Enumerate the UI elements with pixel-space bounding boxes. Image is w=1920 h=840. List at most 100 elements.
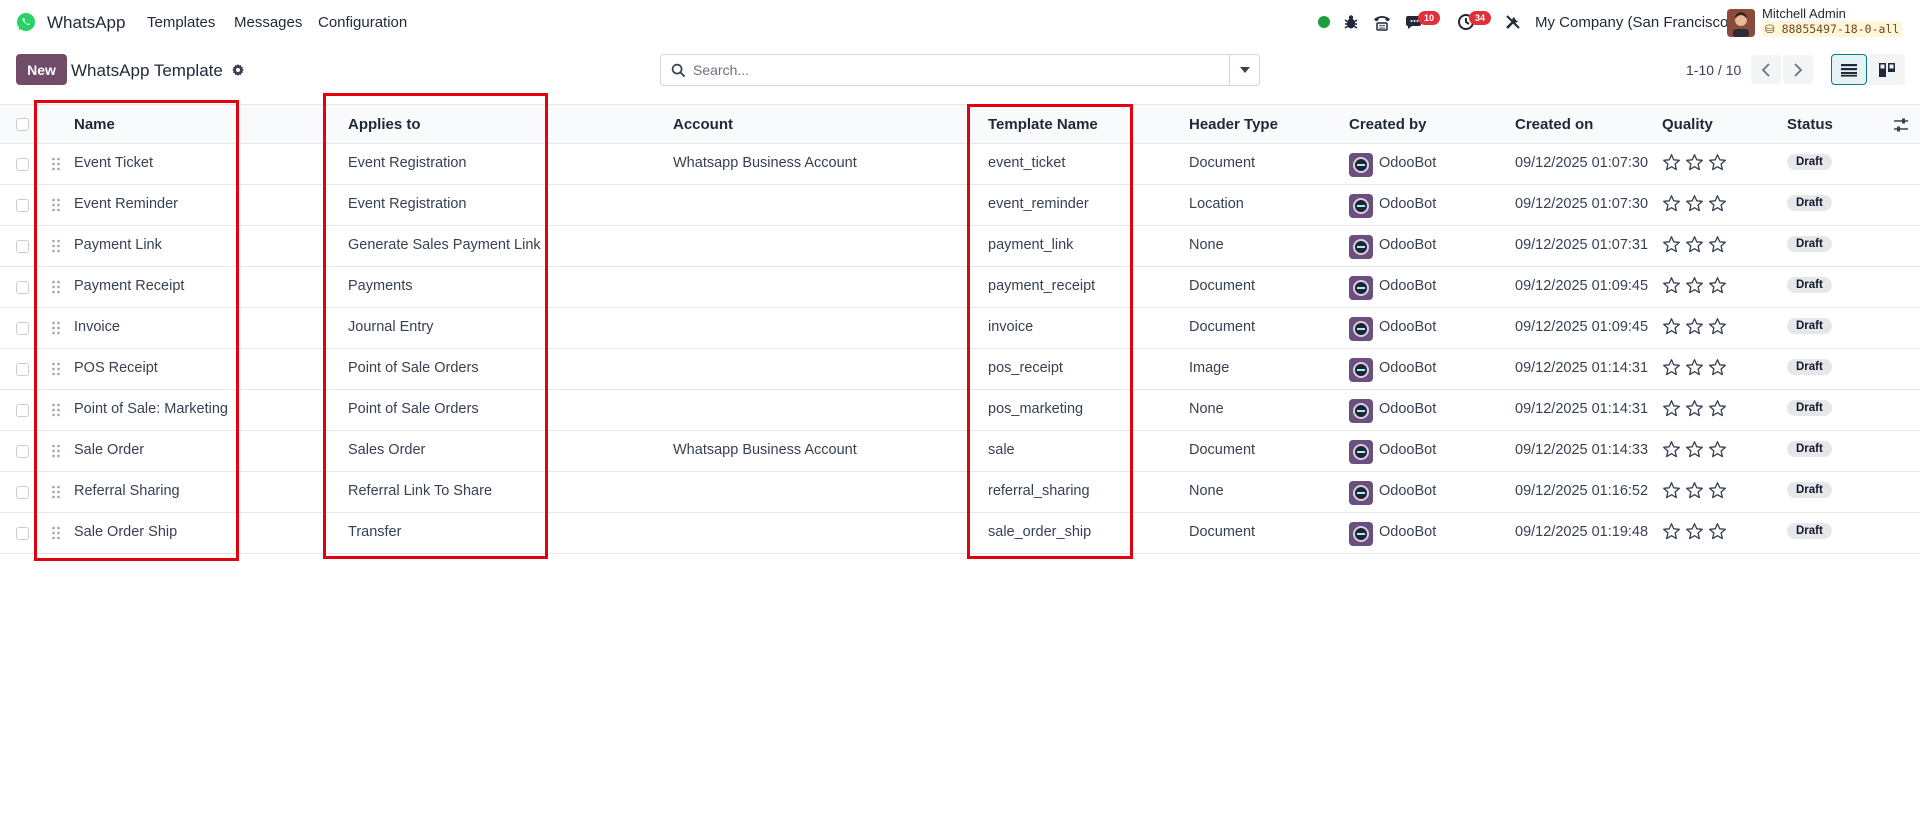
cell-created-on[interactable]: 09/12/2025 01:16:52 <box>1515 483 1648 499</box>
cell-applies-to[interactable]: Generate Sales Payment Link <box>348 237 541 253</box>
kanban-view-button[interactable] <box>1869 54 1905 85</box>
odoobot-avatar[interactable] <box>1349 194 1373 218</box>
pager-previous-button[interactable] <box>1751 55 1781 84</box>
pager-next-button[interactable] <box>1783 55 1813 84</box>
star-icon[interactable] <box>1685 358 1704 377</box>
star-icon[interactable] <box>1685 522 1704 541</box>
star-icon[interactable] <box>1662 276 1681 295</box>
drag-handle-icon[interactable] <box>51 403 61 417</box>
cell-created-on[interactable]: 09/12/2025 01:07:30 <box>1515 196 1648 212</box>
cell-applies-to[interactable]: Payments <box>348 278 412 294</box>
cell-applies-to[interactable]: Sales Order <box>348 442 425 458</box>
quality-stars[interactable] <box>1662 317 1727 336</box>
quality-stars[interactable] <box>1662 481 1727 500</box>
star-icon[interactable] <box>1708 235 1727 254</box>
drag-handle-icon[interactable] <box>51 280 61 294</box>
cell-created-by[interactable]: OdooBot <box>1379 319 1436 335</box>
star-icon[interactable] <box>1685 153 1704 172</box>
phone-icon[interactable] <box>1372 12 1392 32</box>
user-name[interactable]: Mitchell Admin <box>1762 6 1846 21</box>
column-header-name[interactable]: Name <box>74 116 115 133</box>
cell-template-name[interactable]: payment_link <box>988 237 1073 253</box>
table-row[interactable]: Invoice Journal Entry invoice Document OdooB… <box>0 308 1920 349</box>
row-checkbox[interactable] <box>16 527 29 540</box>
column-header-quality[interactable]: Quality <box>1662 116 1713 133</box>
cell-created-on[interactable]: 09/12/2025 01:09:45 <box>1515 319 1648 335</box>
cell-template-name[interactable]: pos_receipt <box>988 360 1063 376</box>
drag-handle-icon[interactable] <box>51 444 61 458</box>
odoobot-avatar[interactable] <box>1349 481 1373 505</box>
cell-applies-to[interactable]: Journal Entry <box>348 319 433 335</box>
cell-created-on[interactable]: 09/12/2025 01:07:30 <box>1515 155 1648 171</box>
drag-handle-icon[interactable] <box>51 485 61 499</box>
odoobot-avatar[interactable] <box>1349 235 1373 259</box>
star-icon[interactable] <box>1685 276 1704 295</box>
column-header-created-on[interactable]: Created on <box>1515 116 1593 133</box>
bug-icon[interactable] <box>1341 12 1361 32</box>
star-icon[interactable] <box>1708 440 1727 459</box>
cell-header-type[interactable]: None <box>1189 237 1224 253</box>
cell-created-by[interactable]: OdooBot <box>1379 401 1436 417</box>
menu-configuration[interactable]: Configuration <box>318 14 407 31</box>
star-icon[interactable] <box>1708 481 1727 500</box>
select-all-checkbox[interactable] <box>16 118 29 131</box>
cell-created-by[interactable]: OdooBot <box>1379 442 1436 458</box>
odoobot-avatar[interactable] <box>1349 358 1373 382</box>
drag-handle-icon[interactable] <box>51 239 61 253</box>
search-options-toggle[interactable] <box>1229 55 1259 85</box>
star-icon[interactable] <box>1685 399 1704 418</box>
cell-header-type[interactable]: Location <box>1189 196 1244 212</box>
table-row[interactable]: Point of Sale: Marketing Point of Sale Or… <box>0 390 1920 431</box>
table-row[interactable]: Payment Link Generate Sales Payment Link p… <box>0 226 1920 267</box>
cell-created-on[interactable]: 09/12/2025 01:14:33 <box>1515 442 1648 458</box>
cell-header-type[interactable]: None <box>1189 401 1224 417</box>
column-header-header-type[interactable]: Header Type <box>1189 116 1278 133</box>
menu-messages[interactable]: Messages <box>234 14 302 31</box>
cell-header-type[interactable]: None <box>1189 483 1224 499</box>
column-header-template-name[interactable]: Template Name <box>988 116 1098 133</box>
cell-applies-to[interactable]: Point of Sale Orders <box>348 360 479 376</box>
row-checkbox[interactable] <box>16 404 29 417</box>
row-checkbox[interactable] <box>16 240 29 253</box>
search-bar[interactable] <box>660 54 1260 86</box>
row-checkbox[interactable] <box>16 486 29 499</box>
cell-account[interactable]: Whatsapp Business Account <box>673 442 857 458</box>
cell-created-on[interactable]: 09/12/2025 01:14:31 <box>1515 401 1648 417</box>
column-header-account[interactable]: Account <box>673 116 733 133</box>
cell-created-on[interactable]: 09/12/2025 01:14:31 <box>1515 360 1648 376</box>
odoobot-avatar[interactable] <box>1349 153 1373 177</box>
table-row[interactable]: Payment Receipt Payments payment_receipt Do… <box>0 267 1920 308</box>
star-icon[interactable] <box>1662 522 1681 541</box>
quality-stars[interactable] <box>1662 276 1727 295</box>
cell-header-type[interactable]: Document <box>1189 524 1255 540</box>
odoobot-avatar[interactable] <box>1349 399 1373 423</box>
column-header-status[interactable]: Status <box>1787 116 1833 133</box>
row-checkbox[interactable] <box>16 281 29 294</box>
cell-applies-to[interactable]: Transfer <box>348 524 401 540</box>
star-icon[interactable] <box>1662 440 1681 459</box>
cell-name[interactable]: Event Reminder <box>74 196 178 212</box>
table-row[interactable]: POS Receipt Point of Sale Orders pos_recei… <box>0 349 1920 390</box>
new-button[interactable]: New <box>16 54 67 85</box>
table-row[interactable]: Event Ticket Event Registration Whatsapp B… <box>0 144 1920 185</box>
odoobot-avatar[interactable] <box>1349 522 1373 546</box>
row-checkbox[interactable] <box>16 158 29 171</box>
cell-created-by[interactable]: OdooBot <box>1379 155 1436 171</box>
cell-name[interactable]: Event Ticket <box>74 155 153 171</box>
cell-created-on[interactable]: 09/12/2025 01:09:45 <box>1515 278 1648 294</box>
star-icon[interactable] <box>1662 358 1681 377</box>
cell-header-type[interactable]: Document <box>1189 155 1255 171</box>
search-input[interactable] <box>693 59 1233 81</box>
table-row[interactable]: Sale Order Sales Order Whatsapp Business A… <box>0 431 1920 472</box>
star-icon[interactable] <box>1662 194 1681 213</box>
app-name[interactable]: WhatsApp <box>47 13 125 33</box>
list-view-button[interactable] <box>1831 54 1867 85</box>
row-checkbox[interactable] <box>16 322 29 335</box>
row-checkbox[interactable] <box>16 363 29 376</box>
column-header-created-by[interactable]: Created by <box>1349 116 1427 133</box>
star-icon[interactable] <box>1708 317 1727 336</box>
whatsapp-logo-icon[interactable] <box>16 12 36 32</box>
cell-name[interactable]: Payment Receipt <box>74 278 184 294</box>
cell-template-name[interactable]: event_ticket <box>988 155 1065 171</box>
column-header-applies-to[interactable]: Applies to <box>348 116 421 133</box>
